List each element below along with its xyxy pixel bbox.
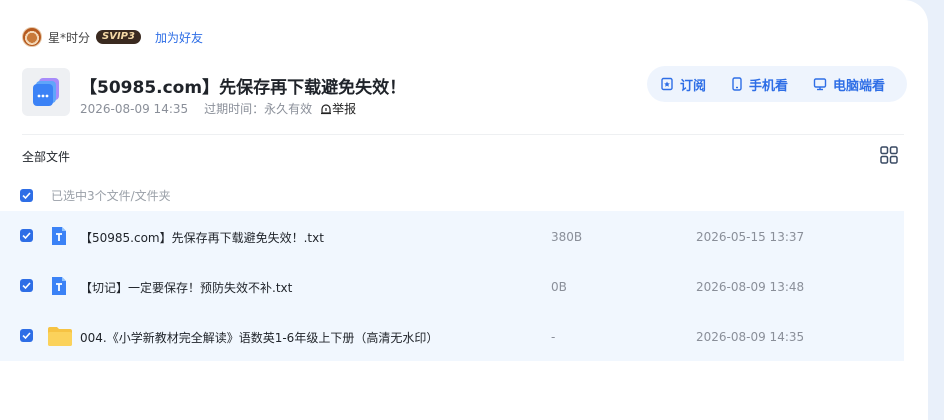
mobile-view-label: 手机看	[749, 78, 789, 94]
mobile-view-button[interactable]: 手机看	[731, 75, 788, 94]
share-card: 星*时分 SVIP3 加为好友 【50985.com】先保存再下载避免失效！.……	[0, 0, 928, 420]
header-divider	[22, 134, 904, 135]
file-size: 380B	[551, 230, 583, 244]
folder-row[interactable]: 004.《小学新教材完全解读》语数英1-6年级上下册（高清无水印） - 2026…	[0, 311, 904, 361]
file-size: -	[551, 330, 556, 344]
report-button[interactable]: 举报	[320, 100, 356, 117]
view-actions: 订阅 手机看 电脑端看	[647, 66, 907, 102]
check-icon	[22, 232, 31, 240]
desktop-view-button[interactable]: 电脑端看	[813, 75, 885, 94]
file-list: 【50985.com】先保存再下载避免失效！.txt 380B 2026-05-…	[0, 211, 904, 361]
check-icon	[22, 192, 31, 200]
row-checkbox[interactable]	[20, 229, 33, 242]
add-friend-link[interactable]: 加为好友	[155, 29, 203, 46]
expire-value: 永久有效	[264, 102, 313, 116]
file-size: 0B	[551, 280, 567, 294]
file-row[interactable]: 【切记】一定要保存！预防失效不补.txt 0B 2026-08-09 13:48	[0, 261, 904, 311]
check-icon	[22, 332, 31, 340]
sharer-name[interactable]: 星*时分	[48, 29, 90, 46]
share-date: 2026-08-09 14:35	[80, 101, 189, 116]
sharer-info: 星*时分 SVIP3 加为好友	[22, 27, 203, 47]
file-name[interactable]: 【50985.com】先保存再下载避免失效！.txt	[80, 229, 324, 246]
warning-icon	[321, 103, 332, 114]
grid-view-toggle[interactable]	[880, 146, 898, 168]
file-date: 2026-08-09 13:48	[696, 280, 805, 294]
check-icon	[22, 282, 31, 290]
selection-count: 已选中3个文件/文件夹	[51, 189, 171, 203]
select-all-row: 已选中3个文件/文件夹	[20, 187, 171, 204]
subscribe-label: 订阅	[680, 78, 707, 94]
folder-icon	[48, 327, 72, 346]
select-all-checkbox[interactable]	[20, 189, 33, 202]
vip-badge: SVIP3	[96, 30, 141, 44]
report-label: 举报	[332, 102, 357, 116]
avatar[interactable]	[22, 27, 42, 47]
txt-file-icon	[52, 277, 66, 295]
desktop-view-label: 电脑端看	[833, 78, 886, 94]
monitor-icon	[813, 78, 827, 91]
expire-label: 过期时间：	[204, 102, 265, 116]
bookmark-icon	[661, 77, 673, 91]
grid-icon	[880, 146, 898, 164]
row-checkbox[interactable]	[20, 329, 33, 342]
phone-icon	[732, 77, 742, 91]
txt-file-icon	[52, 227, 66, 245]
file-row[interactable]: 【50985.com】先保存再下载避免失效！.txt 380B 2026-05-…	[0, 211, 904, 261]
row-checkbox[interactable]	[20, 279, 33, 292]
share-meta: 2026-08-09 14:35 过期时间： 永久有效 举报	[80, 100, 356, 117]
file-name[interactable]: 【切记】一定要保存！预防失效不补.txt	[80, 279, 292, 296]
all-files-heading[interactable]: 全部文件	[22, 148, 70, 165]
folder-name[interactable]: 004.《小学新教材完全解读》语数英1-6年级上下册（高清无水印）	[80, 329, 438, 346]
file-date: 2026-08-09 14:35	[696, 330, 805, 344]
file-date: 2026-05-15 13:37	[696, 230, 805, 244]
subscribe-button[interactable]: 订阅	[660, 75, 706, 94]
share-title: 【50985.com】先保存再下载避免失效！.…	[80, 78, 400, 98]
page-scroll-track	[928, 0, 944, 420]
share-folder-icon	[22, 68, 70, 116]
